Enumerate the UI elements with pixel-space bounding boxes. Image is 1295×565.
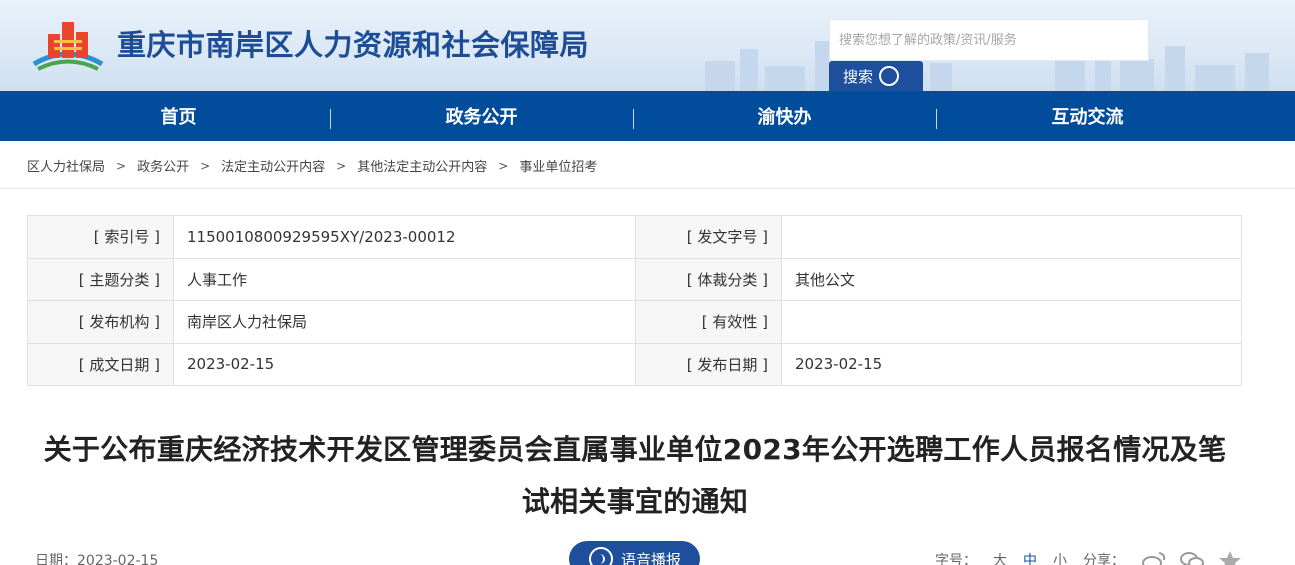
loading-icon — [879, 66, 900, 86]
site-header: 重庆市南岸区人力资源和社会保障局 搜索 — [0, 0, 1295, 91]
breadcrumb-item[interactable]: 政务公开 — [137, 156, 189, 175]
breadcrumb-item[interactable]: 事业单位招考 — [519, 156, 597, 175]
meta-value: 1150010800929595XY/2023-00012 — [173, 215, 636, 259]
meta-label: [ 体裁分类 ] — [635, 257, 782, 301]
meta-label: [ 成文日期 ] — [27, 342, 174, 386]
breadcrumb-separator: > — [200, 158, 211, 173]
document-meta-table: [ 索引号 ] 1150010800929595XY/2023-00012 [ … — [27, 215, 1242, 386]
breadcrumb-item[interactable]: 区人力社保局 — [27, 156, 105, 175]
meta-label: [ 发布日期 ] — [635, 342, 782, 386]
divider — [0, 188, 1295, 189]
table-row: [ 索引号 ] 1150010800929595XY/2023-00012 [ … — [27, 215, 1242, 259]
share-label: 分享： — [1083, 553, 1125, 565]
meta-value: 其他公文 — [781, 257, 1242, 301]
table-row: [ 成文日期 ] 2023-02-15 [ 发布日期 ] 2023-02-15 — [27, 342, 1242, 386]
nav-item-home[interactable]: 首页 — [27, 91, 330, 141]
font-size-label: 字号： — [935, 553, 977, 565]
search-box — [829, 19, 1149, 61]
meta-label: [ 索引号 ] — [27, 215, 174, 259]
breadcrumb: 区人力社保局 > 政务公开 > 法定主动公开内容 > 其他法定主动公开内容 > … — [27, 156, 597, 176]
nav-item-government-affairs[interactable]: 政务公开 — [330, 91, 633, 141]
meta-value — [781, 215, 1242, 259]
font-size-medium[interactable]: 中 — [1023, 550, 1037, 565]
meta-label: [ 发布机构 ] — [27, 300, 174, 344]
publish-date: 日期：2023-02-15 — [35, 553, 159, 565]
weibo-icon[interactable] — [1141, 550, 1167, 565]
breadcrumb-separator: > — [116, 158, 127, 173]
main-nav: 首页 政务公开 渝快办 互动交流 — [0, 91, 1295, 141]
nav-divider — [936, 109, 937, 129]
breadcrumb-separator: > — [336, 158, 347, 173]
favorite-icon[interactable] — [1217, 550, 1243, 565]
article-toolbar: 字号： 大 中 小 分享： — [935, 550, 1255, 565]
meta-value: 南岸区人力社保局 — [173, 300, 636, 344]
breadcrumb-item[interactable]: 其他法定主动公开内容 — [357, 156, 487, 175]
speaker-icon — [589, 547, 613, 565]
bureau-logo — [32, 22, 104, 71]
meta-value: 2023-02-15 — [781, 342, 1242, 386]
font-size-small[interactable]: 小 — [1053, 550, 1067, 565]
nav-divider — [633, 109, 634, 129]
search-input[interactable] — [830, 20, 1148, 60]
meta-label: [ 主题分类 ] — [27, 257, 174, 301]
nav-item-yukuaiban[interactable]: 渝快办 — [633, 91, 936, 141]
breadcrumb-item[interactable]: 法定主动公开内容 — [221, 156, 325, 175]
table-row: [ 发布机构 ] 南岸区人力社保局 [ 有效性 ] — [27, 300, 1242, 344]
voice-broadcast-label: 语音播报 — [621, 550, 682, 565]
search-button[interactable]: 搜索 — [829, 61, 923, 91]
font-size-large[interactable]: 大 — [993, 550, 1007, 565]
search-button-label: 搜索 — [843, 67, 874, 86]
nav-item-interaction[interactable]: 互动交流 — [936, 91, 1239, 141]
meta-label: [ 发文字号 ] — [635, 215, 782, 259]
nav-divider — [330, 109, 331, 129]
table-row: [ 主题分类 ] 人事工作 [ 体裁分类 ] 其他公文 — [27, 257, 1242, 301]
site-title[interactable]: 重庆市南岸区人力资源和社会保障局 — [117, 22, 589, 64]
wechat-icon[interactable] — [1179, 550, 1205, 565]
meta-value: 人事工作 — [173, 257, 636, 301]
meta-value — [781, 300, 1242, 344]
article-title: 关于公布重庆经济技术开发区管理委员会直属事业单位2023年公开选聘工作人员报名情… — [43, 433, 1227, 518]
meta-label: [ 有效性 ] — [635, 300, 782, 344]
voice-broadcast-button[interactable]: 语音播报 — [569, 541, 700, 565]
meta-value: 2023-02-15 — [173, 342, 636, 386]
breadcrumb-separator: > — [498, 158, 509, 173]
